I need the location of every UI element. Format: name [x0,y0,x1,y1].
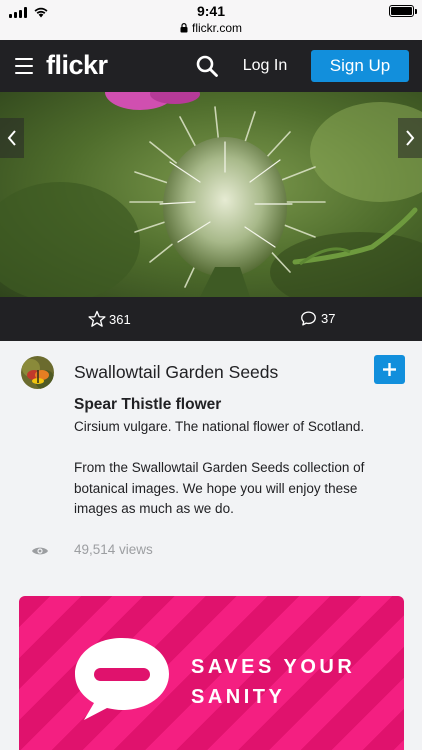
favorite-button[interactable]: 361 [88,310,131,328]
search-icon[interactable] [195,54,219,78]
ad-banner[interactable]: SAVES YOUR SANITY [19,596,404,750]
prev-photo-button[interactable] [0,118,24,158]
ad-line-1: SAVES YOUR [191,656,356,678]
chevron-left-icon [7,130,16,146]
battery-icon [389,5,417,17]
photo-stats-bar: 361 37 [0,297,422,341]
status-bar: 9:41 flickr.com [0,0,422,40]
comments-button[interactable]: 37 [300,310,335,327]
login-button[interactable]: Log In [233,50,297,82]
lock-icon [180,23,188,33]
next-photo-button[interactable] [398,118,422,158]
address-bar[interactable]: flickr.com [0,21,422,35]
chevron-right-icon [406,130,415,146]
speech-bubble-icon [75,638,169,720]
address-url: flickr.com [191,21,242,35]
comment-icon [301,311,316,326]
owner-avatar[interactable] [21,356,54,389]
photo-viewer[interactable] [0,92,422,297]
view-count: 49,514 views [74,542,153,557]
ad-line-2: SANITY [191,686,286,708]
thistle-photo [0,92,422,297]
flickr-logo[interactable]: flickr [46,50,108,81]
site-header: flickr Log In Sign Up [0,40,422,92]
comment-count: 37 [321,311,336,326]
photo-description: Cirsium vulgare. The national flower of … [74,419,365,516]
owner-name[interactable]: Swallowtail Garden Seeds [74,362,278,383]
status-time: 9:41 [196,3,226,19]
favorite-count: 361 [109,311,131,327]
star-icon [88,310,106,327]
follow-button[interactable] [374,355,405,384]
hamburger-menu-icon[interactable] [15,58,33,74]
plus-icon [383,363,396,376]
butterfly-avatar-image [21,356,54,389]
photo-title: Spear Thistle flower [74,396,222,413]
signup-button[interactable]: Sign Up [311,50,409,82]
eye-icon [32,547,48,555]
ad-headline: SAVES YOUR SANITY [191,652,355,712]
